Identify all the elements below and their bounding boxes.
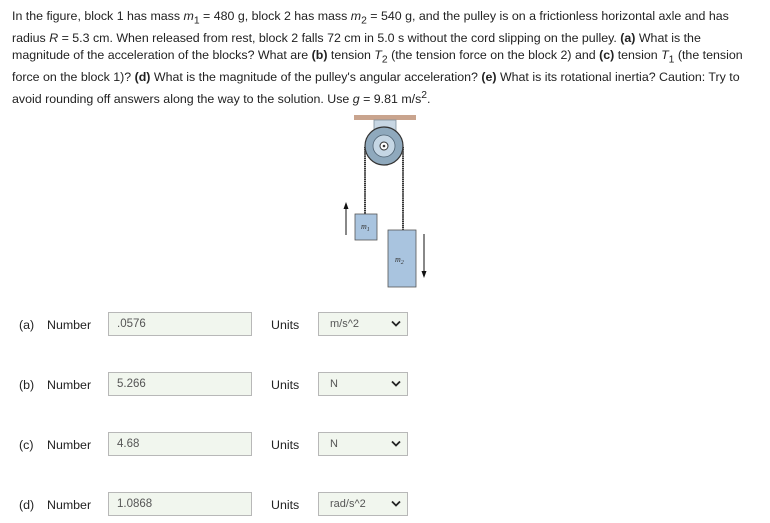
answer-input-d[interactable] xyxy=(108,492,252,516)
answer-input-a[interactable] xyxy=(108,312,252,336)
question-e-label: (e) xyxy=(481,70,497,85)
units-select-value: N xyxy=(330,378,338,390)
symbol-t1: T xyxy=(661,48,669,63)
units-label: Units xyxy=(271,438,300,452)
problem-text: In the figure, block 1 has mass xyxy=(12,9,184,23)
question-d-text: What is the magnitude of the pulley's an… xyxy=(150,70,482,85)
problem-statement: In the figure, block 1 has mass m1 = 480… xyxy=(12,8,760,109)
answer-row-a: (a) Number Units m/s^2 xyxy=(0,312,770,342)
part-label: (b) xyxy=(19,378,35,392)
part-label: (d) xyxy=(19,498,35,512)
answer-input-b[interactable] xyxy=(108,372,252,396)
units-select-value: N xyxy=(330,438,338,450)
units-label: Units xyxy=(271,378,300,392)
number-label: Number xyxy=(47,438,92,452)
question-a-label: (a) xyxy=(620,30,636,45)
symbol-g: g xyxy=(352,92,360,107)
pulley-figure: m1 m2 xyxy=(343,115,427,288)
symbol-r: R xyxy=(49,30,59,45)
number-label: Number xyxy=(47,498,92,512)
units-select-value: m/s^2 xyxy=(330,318,359,330)
question-b-text: (the tension force on the block 2) and xyxy=(387,48,600,63)
units-select-d[interactable]: rad/s^2 xyxy=(318,492,408,516)
answer-input-c[interactable] xyxy=(108,432,252,456)
part-label: (c) xyxy=(19,438,34,452)
ceiling-mount xyxy=(354,115,416,120)
symbol-m2: m xyxy=(350,9,362,23)
question-b-label: (b) xyxy=(311,48,328,63)
question-d-label: (d) xyxy=(134,70,151,85)
chevron-down-icon xyxy=(391,320,401,327)
problem-text: = 480 g, block 2 has mass xyxy=(199,9,351,23)
part-label: (a) xyxy=(19,318,35,332)
pulley-axle-center xyxy=(382,144,386,148)
answer-row-c: (c) Number Units N xyxy=(0,432,770,462)
arrow-down-head xyxy=(421,271,427,278)
units-select-value: rad/s^2 xyxy=(330,498,366,510)
arrow-up-head xyxy=(343,202,349,209)
problem-text: . xyxy=(427,92,431,107)
question-c-text: tension xyxy=(614,48,662,63)
units-select-a[interactable]: m/s^2 xyxy=(318,312,408,336)
answer-row-d: (d) Number Units rad/s^2 xyxy=(0,492,770,522)
chevron-down-icon xyxy=(391,380,401,387)
units-select-c[interactable]: N xyxy=(318,432,408,456)
units-label: Units xyxy=(271,498,300,512)
number-label: Number xyxy=(47,378,92,392)
problem-text: = 9.81 m/s xyxy=(359,92,422,107)
chevron-down-icon xyxy=(391,440,401,447)
chevron-down-icon xyxy=(391,500,401,507)
answer-row-b: (b) Number Units N xyxy=(0,372,770,402)
units-label: Units xyxy=(271,318,300,332)
question-b-text: tension xyxy=(327,48,375,63)
symbol-m1: m xyxy=(183,9,194,23)
question-c-label: (c) xyxy=(599,48,615,63)
problem-text: = 5.3 cm. When released from rest, block… xyxy=(58,30,621,45)
number-label: Number xyxy=(47,318,92,332)
units-select-b[interactable]: N xyxy=(318,372,408,396)
block-2 xyxy=(387,229,417,288)
symbol-t2: T xyxy=(374,48,382,63)
